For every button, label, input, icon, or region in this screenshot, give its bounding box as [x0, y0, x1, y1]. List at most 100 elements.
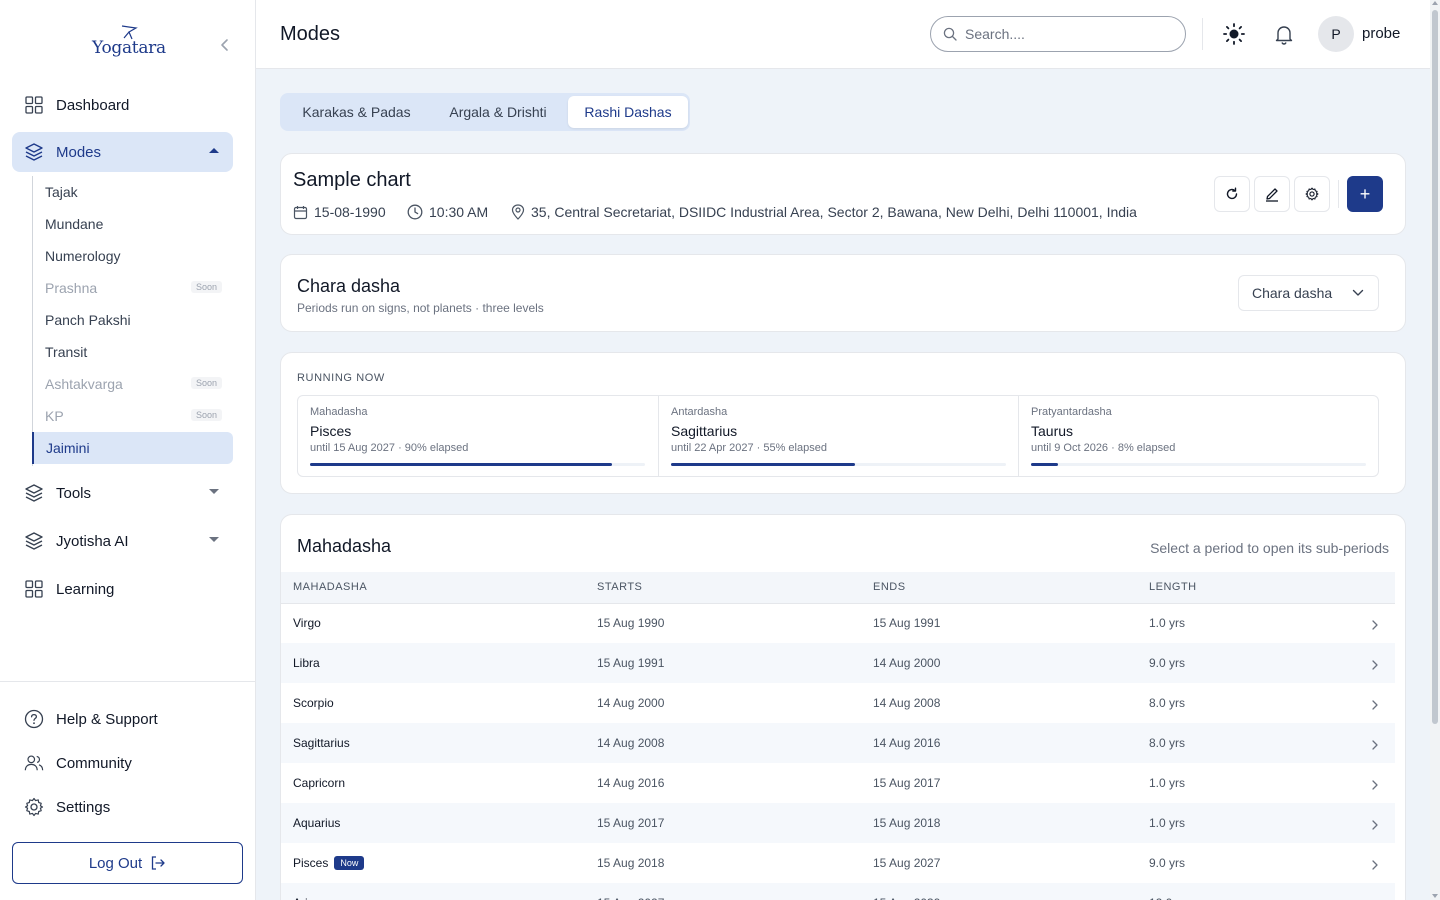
add-chart-button[interactable]: +: [1347, 176, 1383, 212]
sidebar-item-settings[interactable]: Settings: [12, 787, 233, 827]
row-ends-text: 14 Aug 2000: [873, 656, 941, 670]
sidebar-item-learning[interactable]: Learning: [12, 569, 233, 609]
period-level: Antardasha: [671, 406, 728, 418]
table-row[interactable]: Aries 15 Aug 2027 15 Aug 2039 12.0 yrs: [281, 883, 1395, 900]
scroll-down-icon[interactable]: [1432, 894, 1438, 898]
sidebar-item-jyotisha-ai[interactable]: Jyotisha AI: [12, 521, 233, 561]
progress-track: [310, 463, 645, 466]
progress-fill: [671, 463, 856, 466]
sidebar: Yogatara Dashboard Modes Tajak Mundane N…: [0, 0, 256, 900]
row-sign-text: Capricorn: [293, 776, 346, 790]
table-row[interactable]: Sagittarius 14 Aug 2008 14 Aug 2016 8.0 yrs: [281, 723, 1395, 763]
table-row[interactable]: Pisces Now 15 Aug 2018 15 Aug 2027 9.0 yrs: [281, 843, 1395, 883]
submenu-item-jaimini[interactable]: Jaimini: [32, 432, 233, 464]
table-row[interactable]: Scorpio 14 Aug 2000 14 Aug 2008 8.0 yrs: [281, 683, 1395, 723]
logout-button[interactable]: Log Out: [12, 842, 243, 884]
running-now-label: RUNNING NOW: [297, 372, 385, 384]
submenu-item-transit[interactable]: Transit: [33, 336, 234, 368]
search-box[interactable]: [930, 16, 1186, 52]
chart-settings-button[interactable]: [1294, 176, 1330, 212]
dasha-select-value: Chara dasha: [1252, 285, 1333, 301]
row-starts-text: 15 Aug 2018: [597, 856, 665, 870]
sidebar-item-community[interactable]: Community: [12, 743, 233, 783]
submenu-item-numerology[interactable]: Numerology: [33, 240, 234, 272]
row-ends: 15 Aug 2027: [873, 856, 940, 870]
submenu-label: Ashtakvarga: [45, 376, 123, 392]
row-length: 8.0 yrs: [1149, 736, 1185, 750]
tab-karakas-padas[interactable]: Karakas & Padas: [284, 96, 429, 128]
chevron-right-icon: [1372, 660, 1378, 670]
row-ends-text: 14 Aug 2008: [873, 696, 941, 710]
grid-icon: [24, 579, 44, 599]
row-ends-text: 15 Aug 2039: [873, 896, 940, 900]
sidebar-item-dashboard[interactable]: Dashboard: [12, 85, 233, 125]
edit-button[interactable]: [1254, 176, 1290, 212]
submenu-label: Numerology: [45, 248, 121, 264]
row-sign: Virgo: [293, 616, 321, 630]
sidebar-item-label: Dashboard: [56, 96, 130, 114]
collapse-sidebar-icon[interactable]: [216, 36, 234, 54]
search-icon: [943, 27, 957, 41]
submenu-label: Tajak: [45, 184, 78, 200]
submenu-item-panch-pakshi[interactable]: Panch Pakshi: [33, 304, 234, 336]
dasha-select[interactable]: Chara dasha: [1238, 275, 1379, 311]
search-input[interactable]: [965, 26, 1165, 42]
chevron-right-icon: [1372, 780, 1378, 790]
row-ends-text: 14 Aug 2016: [873, 736, 941, 750]
bell-icon[interactable]: [1273, 23, 1295, 45]
row-length: 12.0 yrs: [1149, 896, 1192, 900]
row-length: 1.0 yrs: [1149, 776, 1185, 790]
sidebar-item-label: Tools: [56, 484, 92, 502]
scroll-thumb[interactable]: [1432, 10, 1438, 724]
row-starts: 15 Aug 1990: [597, 616, 664, 630]
period-sign: Taurus: [1031, 423, 1074, 439]
username[interactable]: probe: [1362, 25, 1400, 42]
layers-icon: [24, 531, 44, 551]
sidebar-item-modes[interactable]: Modes: [12, 132, 233, 172]
scroll-up-icon[interactable]: [1432, 1, 1438, 5]
chevron-right-icon: [1372, 860, 1378, 870]
table-row[interactable]: Aquarius 15 Aug 2017 15 Aug 2018 1.0 yrs: [281, 803, 1395, 843]
submenu-item-mundane[interactable]: Mundane: [33, 208, 234, 240]
table-row[interactable]: Capricorn 14 Aug 2016 15 Aug 2017 1.0 yrs: [281, 763, 1395, 803]
row-length: 1.0 yrs: [1149, 816, 1185, 830]
sidebar-item-label: Jyotisha AI: [56, 532, 129, 550]
row-sign-text: Virgo: [293, 616, 321, 630]
row-ends-text: 15 Aug 1991: [873, 616, 941, 630]
row-starts-text: 15 Aug 2017: [597, 816, 665, 830]
chart-time-value: 10:30 AM: [429, 204, 489, 220]
period-level: Mahadasha: [310, 406, 368, 418]
sidebar-item-tools[interactable]: Tools: [12, 473, 233, 513]
avatar[interactable]: P: [1318, 16, 1354, 52]
row-ends-text: 15 Aug 2027: [873, 856, 941, 870]
row-ends: 15 Aug 2018: [873, 816, 940, 830]
submenu-item-kp: KP Soon: [33, 400, 234, 432]
period-until: until 9 Oct 2026 · 8% elapsed: [1031, 442, 1176, 454]
logout-icon: [152, 856, 165, 870]
row-length: 9.0 yrs: [1149, 656, 1185, 670]
sun-icon[interactable]: [1222, 22, 1246, 46]
table-row[interactable]: Virgo 15 Aug 1990 15 Aug 1991 1.0 yrs: [281, 603, 1395, 643]
refresh-button[interactable]: [1214, 176, 1250, 212]
map-pin-icon: [511, 204, 525, 220]
brand-logo[interactable]: Yogatara: [92, 24, 166, 66]
tab-argala-drishti[interactable]: Argala & Drishti: [432, 96, 564, 128]
submenu-item-tajak[interactable]: Tajak: [33, 176, 234, 208]
dasha-system-card: Chara dasha Periods run on signs, not pl…: [280, 254, 1406, 332]
period-mahadasha: Mahadasha Pisces until 15 Aug 2027 · 90%…: [298, 396, 658, 476]
row-sign-text: Aries: [293, 896, 320, 900]
row-sign-text: Libra: [293, 656, 320, 670]
tab-rashi-dashas[interactable]: Rashi Dashas: [568, 96, 688, 128]
sidebar-item-help-support[interactable]: Help & Support: [12, 699, 233, 739]
chart-location: 35, Central Secretariat, DSIIDC Industri…: [511, 204, 1137, 220]
row-ends-text: 15 Aug 2017: [873, 776, 941, 790]
chart-title: Sample chart: [293, 169, 411, 191]
progress-fill: [310, 463, 612, 466]
gear-icon: [24, 797, 44, 817]
row-sign: Sagittarius: [293, 736, 350, 750]
users-icon: [24, 753, 44, 773]
pencil-icon: [1266, 188, 1278, 202]
top-header: Modes P probe: [256, 0, 1430, 69]
table-row[interactable]: Libra 15 Aug 1991 14 Aug 2000 9.0 yrs: [281, 643, 1395, 683]
page-scrollbar[interactable]: [1430, 0, 1440, 900]
